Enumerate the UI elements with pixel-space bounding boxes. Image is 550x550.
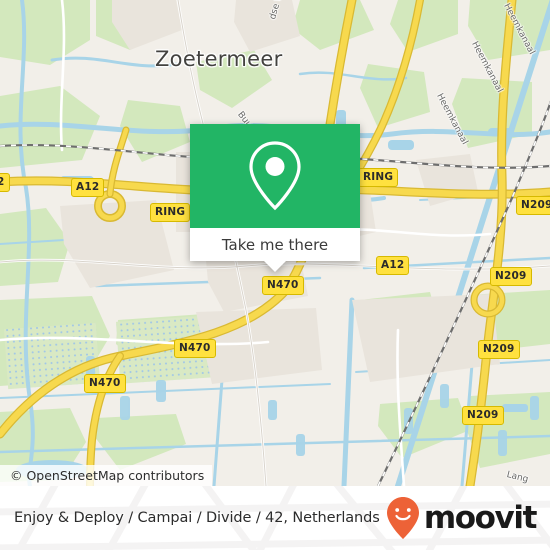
map-pin-icon bbox=[249, 141, 301, 211]
footer-bar: Enjoy & Deploy / Campai / Divide / 42, N… bbox=[0, 486, 550, 550]
moovit-smiley-pin-icon bbox=[386, 497, 419, 539]
map-screenshot: Zoetermeer dse Wallenw Buurtv Heemkanaal… bbox=[0, 0, 550, 550]
take-me-there-label: Take me there bbox=[221, 235, 329, 254]
road-shield-ring: RING bbox=[358, 168, 399, 187]
road-shield-n470: N470 bbox=[174, 339, 216, 358]
road-shield-a12: 2 bbox=[0, 173, 10, 192]
map-attribution[interactable]: © OpenStreetMap contributors bbox=[0, 465, 213, 486]
road-shield-n209: N209 bbox=[490, 267, 532, 286]
road-shield-n470: N470 bbox=[262, 276, 304, 295]
road-shield-ring: RING bbox=[150, 203, 191, 222]
take-me-there-button[interactable]: Take me there bbox=[190, 228, 360, 261]
location-address: Enjoy & Deploy / Campai / Divide / 42, N… bbox=[14, 510, 380, 526]
popup-pointer bbox=[264, 261, 286, 272]
road-shield-a12: A12 bbox=[376, 256, 410, 275]
moovit-wordmark: moovit bbox=[423, 499, 538, 536]
popup-image-area bbox=[190, 124, 360, 228]
map-canvas[interactable]: Zoetermeer dse Wallenw Buurtv Heemkanaal… bbox=[0, 0, 550, 486]
road-shield-n470: N470 bbox=[84, 374, 126, 393]
moovit-logo[interactable]: moovit bbox=[386, 496, 538, 540]
location-popup[interactable]: Take me there bbox=[190, 124, 360, 272]
road-shield-n209: N209 bbox=[478, 340, 520, 359]
road-shield-a12: A12 bbox=[71, 178, 105, 197]
road-shield-n209: N209 bbox=[516, 196, 550, 215]
road-shield-n209: N209 bbox=[462, 406, 504, 425]
attribution-text: © OpenStreetMap contributors bbox=[10, 468, 205, 483]
